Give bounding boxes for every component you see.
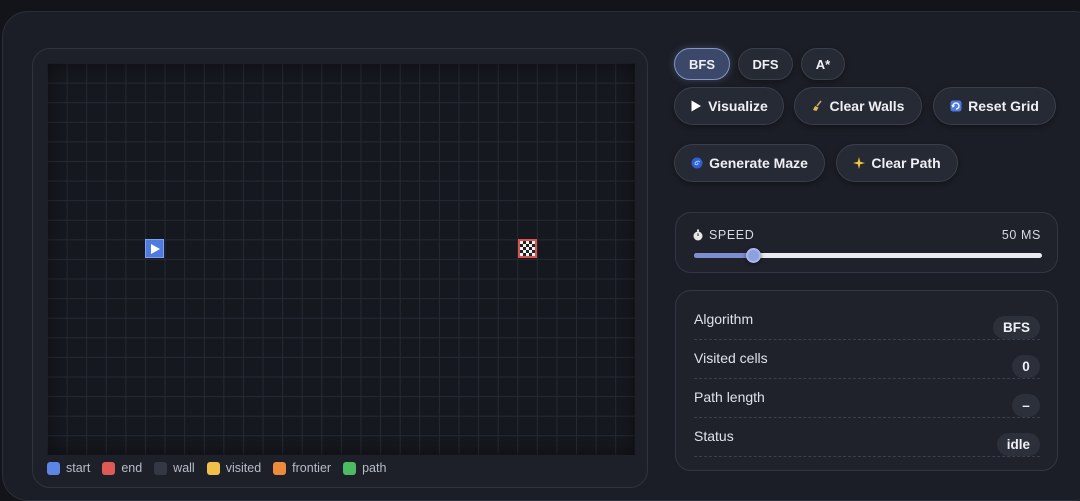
stat-value-badge: –: [1012, 394, 1040, 417]
stat-row-status: Status idle: [694, 418, 1040, 457]
speed-label: SPEED: [709, 228, 755, 242]
speed-slider-fill: [694, 253, 754, 258]
clear-path-button[interactable]: Clear Path: [836, 144, 958, 182]
pathfinding-grid[interactable]: [47, 63, 635, 455]
generate-maze-button[interactable]: Generate Maze: [674, 144, 825, 182]
legend-swatch: [273, 461, 287, 475]
stat-row-algorithm: Algorithm BFS: [694, 301, 1040, 340]
legend-item-start: start: [47, 461, 90, 475]
algo-tab-label: BFS: [689, 56, 715, 72]
legend-label: path: [362, 461, 387, 475]
reset-grid-button[interactable]: Reset Grid: [933, 87, 1056, 125]
stat-value-badge: 0: [1012, 355, 1040, 378]
visualize-label: Visualize: [708, 98, 768, 114]
legend-swatch: [206, 461, 220, 475]
legend-label: visited: [225, 461, 262, 475]
stat-row-path-length: Path length –: [694, 379, 1040, 418]
stat-value-badge: idle: [996, 433, 1040, 456]
reset-grid-label: Reset Grid: [968, 98, 1039, 114]
app-container: start end wall visited frontier path BFS…: [2, 11, 1080, 501]
start-node[interactable]: [145, 239, 164, 258]
legend-item-visited: visited: [206, 461, 262, 475]
stat-label: Algorithm: [694, 311, 754, 327]
refresh-icon: [950, 100, 962, 112]
clear-walls-label: Clear Walls: [829, 98, 905, 114]
speed-label-group: SPEED: [692, 228, 754, 242]
play-icon: [690, 100, 702, 112]
sparkles-icon: [853, 157, 866, 169]
legend-item-end: end: [102, 461, 142, 475]
stat-label: Status: [694, 428, 734, 444]
broom-icon: [812, 100, 824, 112]
legend-label: start: [66, 461, 91, 475]
legend-item-frontier: frontier: [273, 461, 331, 475]
visualize-button[interactable]: Visualize: [674, 87, 784, 125]
algo-tab-label: A*: [815, 56, 831, 72]
grid-panel: start end wall visited frontier path: [32, 48, 648, 488]
legend-label: end: [121, 461, 143, 475]
algo-tab-bfs[interactable]: BFS: [674, 48, 730, 80]
checkered-flag-icon: [520, 241, 535, 256]
play-icon: [150, 243, 160, 254]
legend-swatch: [343, 461, 357, 475]
legend-swatch: [154, 461, 168, 475]
stats-panel: Algorithm BFS Visited cells 0 Path lengt…: [675, 290, 1058, 471]
clear-walls-button[interactable]: Clear Walls: [794, 87, 922, 125]
stopwatch-icon: [692, 229, 704, 241]
legend-swatch: [47, 461, 60, 475]
speed-control: SPEED 50 MS: [675, 212, 1058, 273]
clear-path-label: Clear Path: [871, 155, 941, 171]
legend-label: wall: [173, 461, 195, 475]
legend-swatch: [102, 461, 116, 475]
generate-maze-label: Generate Maze: [709, 155, 808, 171]
speed-slider-thumb[interactable]: [746, 248, 762, 263]
algo-tab-astar[interactable]: A*: [801, 48, 845, 80]
legend: start end wall visited frontier path: [47, 461, 386, 475]
legend-label: frontier: [292, 461, 332, 475]
legend-item-wall: wall: [154, 461, 195, 475]
stat-label: Path length: [694, 389, 765, 405]
stat-value-badge: BFS: [993, 316, 1040, 339]
algo-tab-dfs[interactable]: DFS: [738, 48, 793, 80]
legend-item-path: path: [343, 461, 386, 475]
stat-label: Visited cells: [694, 350, 768, 366]
algo-tab-label: DFS: [752, 56, 779, 72]
spiral-icon: [691, 157, 703, 169]
stat-row-visited-cells: Visited cells 0: [694, 340, 1040, 379]
end-node[interactable]: [518, 239, 537, 258]
speed-value: 50 MS: [1001, 228, 1041, 242]
speed-slider[interactable]: [694, 248, 1042, 263]
